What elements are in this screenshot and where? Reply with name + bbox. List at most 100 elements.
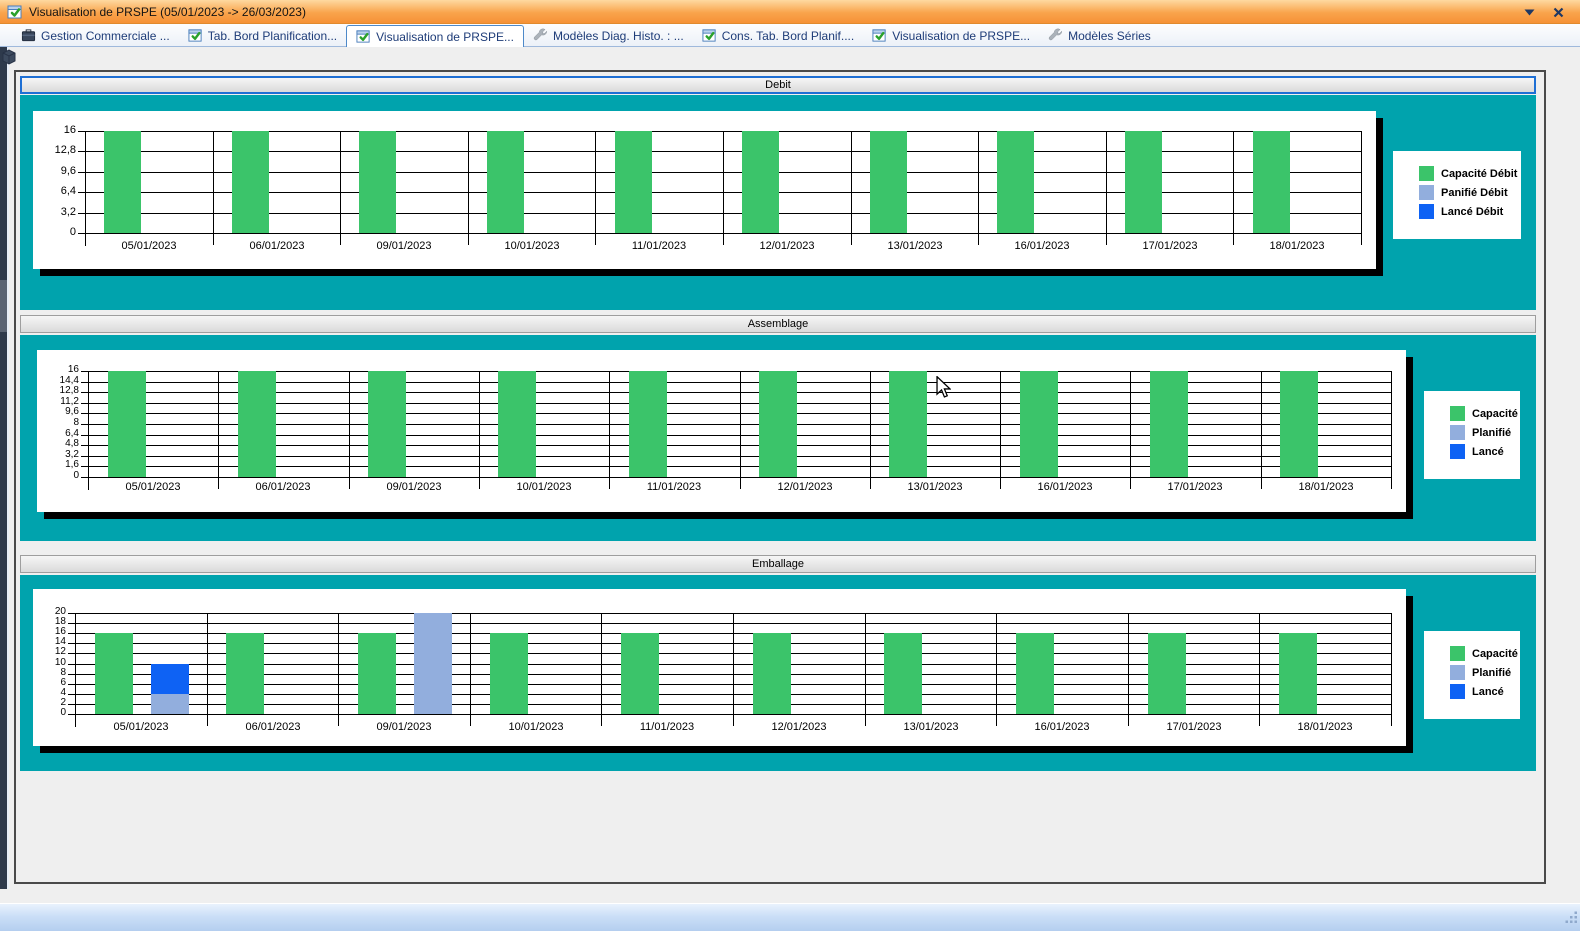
group-separator — [865, 613, 866, 726]
legend-color-chip — [1450, 444, 1465, 459]
y-tick — [68, 714, 75, 715]
bar-capacite[interactable] — [104, 131, 141, 233]
tab-visualisation-de-prspe[interactable]: Visualisation de PRSPE... — [863, 25, 1039, 46]
legend-label: Lancé Débit — [1441, 206, 1503, 218]
bar-capacite[interactable] — [1150, 371, 1188, 477]
group-separator — [595, 131, 596, 245]
y-tick-label: 3,2 — [36, 207, 76, 218]
legend-item: Capacité — [1450, 404, 1520, 423]
window-title: Visualisation de PRSPE (05/01/2023 -> 26… — [29, 5, 306, 19]
bar-capacite[interactable] — [108, 371, 146, 477]
y-axis-line — [85, 131, 86, 246]
y-tick — [81, 392, 88, 393]
bar-capacite[interactable] — [629, 371, 667, 477]
tab-gestion-commerciale[interactable]: Gestion Commerciale ... — [12, 25, 179, 46]
legend-color-chip — [1450, 646, 1465, 661]
x-axis-label: 18/01/2023 — [1259, 721, 1391, 733]
bar-capacite[interactable] — [368, 371, 406, 477]
x-axis-label: 09/01/2023 — [338, 721, 470, 733]
x-axis-label: 10/01/2023 — [468, 240, 596, 252]
x-axis-label: 16/01/2023 — [1000, 481, 1130, 493]
panel-header-emballage[interactable]: Emballage — [20, 555, 1536, 573]
bar-capacite[interactable] — [1280, 371, 1318, 477]
scroll-thumb[interactable] — [0, 280, 7, 332]
bar-capacite[interactable] — [95, 633, 133, 714]
x-axis-label: 17/01/2023 — [1128, 721, 1260, 733]
legend-item: Panifié Débit — [1419, 183, 1521, 202]
resize-grip[interactable] — [1565, 911, 1578, 929]
bar-capacite[interactable] — [498, 371, 536, 477]
x-axis-label: 05/01/2023 — [88, 481, 218, 493]
x-axis-label: 05/01/2023 — [85, 240, 213, 252]
tab-cons-tab-bord-planif[interactable]: Cons. Tab. Bord Planif.... — [693, 25, 864, 46]
panel-body-emballage: 2018161412108642005/01/202306/01/202309/… — [20, 575, 1536, 771]
x-axis-label: 11/01/2023 — [601, 721, 733, 733]
bar-capacite[interactable] — [615, 131, 652, 233]
x-axis-label: 10/01/2023 — [479, 481, 609, 493]
bar-capacite[interactable] — [487, 131, 524, 233]
tab-visualisation-de-prspe[interactable]: Visualisation de PRSPE... — [346, 25, 524, 47]
box-icon — [2, 49, 16, 70]
bar-capacite[interactable] — [358, 633, 396, 714]
panel-header-assemblage[interactable]: Assemblage — [20, 315, 1536, 333]
bar-capacite[interactable] — [226, 633, 264, 714]
docked-panel-edge — [0, 47, 9, 889]
y-tick-label: 12,8 — [39, 386, 79, 396]
group-separator — [479, 371, 480, 489]
legend-assemblage: CapacitéPlanifiéLancé — [1424, 391, 1520, 479]
calendar-check-icon — [872, 28, 887, 43]
bar-capacite[interactable] — [359, 131, 396, 233]
bar-capacite[interactable] — [1020, 371, 1058, 477]
y-tick-label: 1,6 — [39, 460, 79, 470]
window-menu-button[interactable] — [1524, 9, 1535, 16]
bar-capacite[interactable] — [490, 633, 528, 714]
y-tick — [78, 131, 85, 132]
group-separator — [740, 371, 741, 489]
y-tick — [78, 213, 85, 214]
bar-capacite[interactable] — [1148, 633, 1186, 714]
bar-planifie[interactable] — [414, 613, 452, 714]
bar-capacite[interactable] — [1016, 633, 1054, 714]
window-close-button[interactable] — [1553, 7, 1564, 18]
y-tick — [78, 192, 85, 193]
y-tick — [81, 382, 88, 383]
bar-capacite[interactable] — [238, 371, 276, 477]
group-separator — [340, 131, 341, 245]
x-axis-label: 11/01/2023 — [595, 240, 723, 252]
bar-capacite[interactable] — [621, 633, 659, 714]
panel-header-debit[interactable]: Debit — [20, 76, 1536, 94]
x-axis-label: 06/01/2023 — [213, 240, 341, 252]
bar-capacite[interactable] — [997, 131, 1034, 233]
x-axis-label: 13/01/2023 — [865, 721, 997, 733]
bar-capacite[interactable] — [759, 371, 797, 477]
bar-capacite[interactable] — [232, 131, 269, 233]
bar-capacite[interactable] — [753, 633, 791, 714]
wrench-icon — [1048, 28, 1063, 43]
y-tick-label: 9,6 — [39, 407, 79, 417]
bar-planifie[interactable] — [151, 694, 189, 714]
bar-capacite[interactable] — [1253, 131, 1290, 233]
bar-capacite[interactable] — [889, 371, 927, 477]
y-tick — [81, 477, 88, 478]
y-tick — [68, 664, 75, 665]
bar-capacite[interactable] — [870, 131, 907, 233]
panel-body-debit: 1612,89,66,43,2005/01/202306/01/202309/0… — [20, 95, 1536, 310]
bar-capacite[interactable] — [884, 633, 922, 714]
bar-capacite[interactable] — [1279, 633, 1317, 714]
group-separator — [1259, 613, 1260, 726]
tab-mod-les-s-ries[interactable]: Modèles Séries — [1039, 25, 1160, 46]
y-tick — [81, 435, 88, 436]
legend-label: Capacité — [1472, 648, 1518, 660]
bar-lance[interactable] — [151, 664, 189, 694]
tab-label: Modèles Séries — [1068, 29, 1151, 43]
tab-tab-bord-planification[interactable]: Tab. Bord Planification... — [179, 25, 346, 46]
tab-mod-les-diag-histo[interactable]: Modèles Diag. Histo. : ... — [524, 25, 693, 46]
group-separator — [207, 613, 208, 726]
group-separator — [1391, 371, 1392, 489]
x-axis-label: 12/01/2023 — [733, 721, 865, 733]
legend-item: Capacité — [1450, 644, 1520, 663]
bar-capacite[interactable] — [1125, 131, 1162, 233]
bar-capacite[interactable] — [742, 131, 779, 233]
legend-label: Planifié — [1472, 427, 1511, 439]
legend-color-chip — [1450, 425, 1465, 440]
